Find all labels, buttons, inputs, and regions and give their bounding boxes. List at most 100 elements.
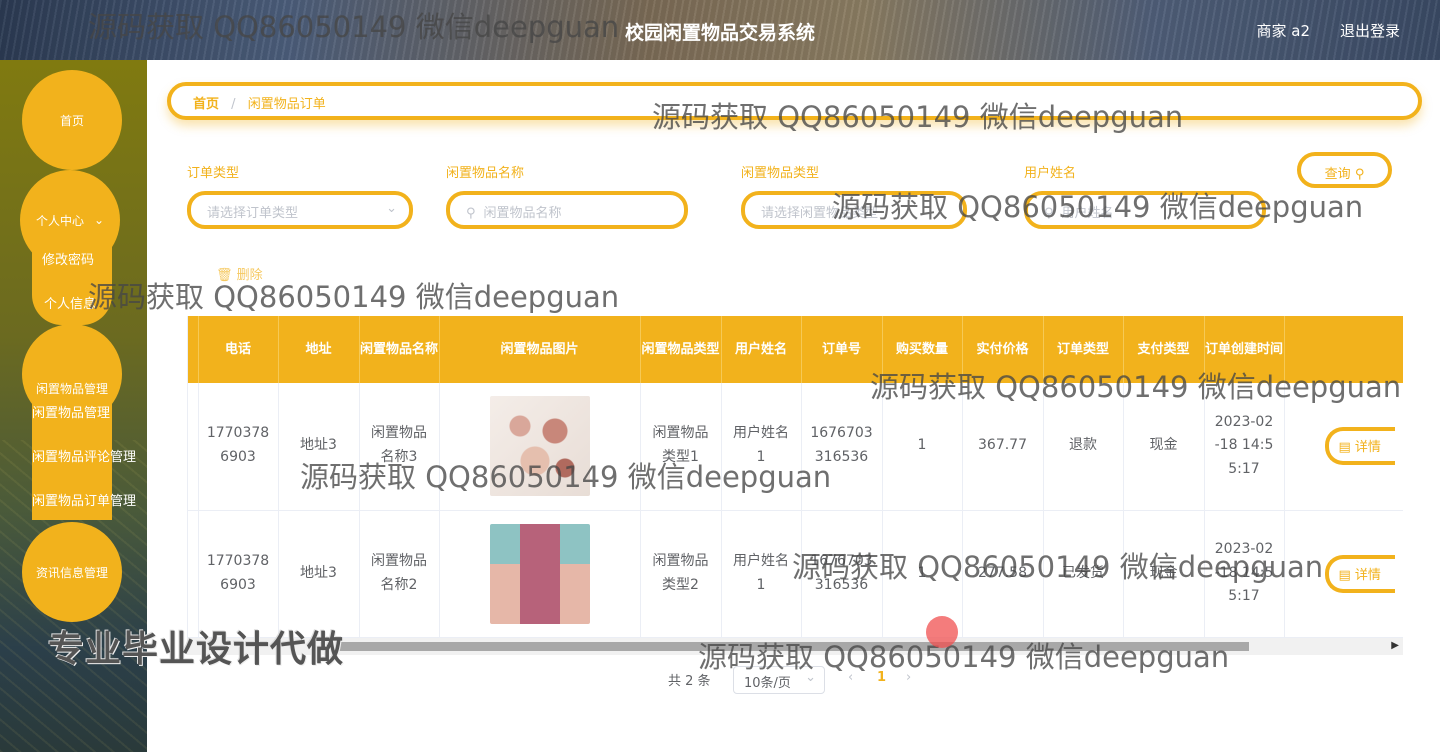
cell-user-name: 用户姓名1 xyxy=(721,383,802,511)
order-type-select[interactable]: 请选择订单类型 ⌄ xyxy=(187,191,413,229)
column-header: 订单创建时间 xyxy=(1204,316,1285,383)
sidebar-item-change-password[interactable]: 修改密码 xyxy=(42,249,94,268)
orders-table: 电话 地址 闲置物品名称 闲置物品图片 闲置物品类型 用户姓名 订单号 购买数量… xyxy=(187,316,1403,638)
column-header: 电话 xyxy=(198,316,279,383)
table-row[interactable]: 17703786903 地址3 闲置物品名称3 闲置物品类型1 用户姓名1 16… xyxy=(188,383,1403,511)
breadcrumb-current: 闲置物品订单 xyxy=(247,97,326,112)
sidebar-item-goods-orders[interactable]: 闲置物品订单管理 xyxy=(32,490,136,509)
sidebar-item-label: 闲置物品管理 xyxy=(35,381,108,396)
column-header: 闲置物品名称 xyxy=(359,316,440,383)
cell-qty: 1 xyxy=(882,383,963,511)
order-type-label: 订单类型 xyxy=(187,166,240,181)
chevron-down-icon: ⌄ xyxy=(93,213,105,227)
breadcrumb: 首页 / 闲置物品订单 xyxy=(167,82,1422,120)
horizontal-scrollbar[interactable]: ▶ xyxy=(187,638,1403,655)
goods-name-label: 闲置物品名称 xyxy=(446,166,525,181)
logout-link[interactable]: 退出登录 xyxy=(1340,20,1400,41)
delete-label: 删除 xyxy=(236,268,263,283)
cell-pay-type: 现金 xyxy=(1123,383,1205,511)
cell-order-no: 1676703316536 xyxy=(801,510,883,638)
scrollbar-thumb[interactable] xyxy=(337,642,1249,651)
detail-label: 详情 xyxy=(1354,567,1381,583)
next-page-button[interactable]: › xyxy=(906,670,911,685)
table-row[interactable]: 17703786903 地址3 闲置物品名称2 闲置物品类型2 用户姓名1 16… xyxy=(188,510,1403,638)
trash-icon: 🗑 xyxy=(216,268,233,283)
top-header: 校园闲置物品交易系统 商家 a2 退出登录 xyxy=(0,0,1440,60)
cell-goods-name: 闲置物品名称3 xyxy=(359,383,440,511)
cell-price: 277.58 xyxy=(962,510,1044,638)
cell-created: 2023-02-18 14:55:17 xyxy=(1204,510,1285,638)
goods-type-label: 闲置物品类型 xyxy=(741,166,820,181)
cell-order-type: 已发货 xyxy=(1043,510,1124,638)
watermark: 源码获取 QQ86050149 微信deepguan xyxy=(88,280,620,314)
user-name-label: 用户姓名 xyxy=(1024,166,1077,181)
column-header: 闲置物品类型 xyxy=(640,316,722,383)
sidebar-item-home[interactable]: 首页 xyxy=(22,70,122,170)
cell-actions: ▤ 详情 xyxy=(1284,510,1403,638)
column-header: 购买数量 xyxy=(882,316,963,383)
column-header: 闲置物品图片 xyxy=(439,316,641,383)
page-size-select[interactable]: 10条/页 ⌄ xyxy=(733,666,825,694)
goods-image-dress[interactable] xyxy=(489,523,590,624)
sidebar-item-news[interactable]: 资讯信息管理 xyxy=(22,522,122,622)
breadcrumb-separator: / xyxy=(231,97,236,112)
cell-goods-name: 闲置物品名称2 xyxy=(359,510,440,638)
column-header: 订单号 xyxy=(801,316,883,383)
breadcrumb-home[interactable]: 首页 xyxy=(193,97,219,112)
column-header: 实付价格 xyxy=(962,316,1044,383)
select-column-header xyxy=(188,316,199,383)
goods-name-placeholder: 闲置物品名称 xyxy=(483,206,562,221)
column-header: 订单类型 xyxy=(1043,316,1124,383)
sidebar-item-label: 资讯信息管理 xyxy=(35,565,108,580)
sidebar-item-goods[interactable]: 闲置物品管理 xyxy=(32,402,110,421)
sidebar-item-goods-comments[interactable]: 闲置物品评论管理 xyxy=(32,446,136,465)
cell-order-type: 退款 xyxy=(1043,383,1124,511)
cell-order-no: 1676703316536 xyxy=(801,383,883,511)
cell-actions: ▤ 详情 xyxy=(1284,383,1403,511)
current-user: 商家 a2 xyxy=(1256,22,1310,40)
goods-type-placeholder: 请选择闲置物品类型 xyxy=(761,206,879,221)
select-cell[interactable] xyxy=(188,510,199,638)
search-icon: ⚲ xyxy=(466,206,476,221)
cell-phone: 17703786903 xyxy=(198,383,279,511)
cell-price: 367.77 xyxy=(962,383,1044,511)
cell-goods-type: 闲置物品类型1 xyxy=(640,383,722,511)
query-button[interactable]: 查询 ⚲ xyxy=(1297,152,1392,188)
column-header: 地址 xyxy=(278,316,360,383)
page-number-button[interactable]: 1 xyxy=(877,670,886,685)
user-name-placeholder: 用户姓名 xyxy=(1061,206,1114,221)
chevron-down-icon: ⌄ xyxy=(386,201,397,216)
order-type-placeholder: 请选择订单类型 xyxy=(207,206,299,221)
delete-button[interactable]: 🗑 删除 xyxy=(216,264,263,283)
goods-type-select[interactable]: 请选择闲置物品类型 xyxy=(741,191,967,229)
sidebar-item-label: 个人中心 xyxy=(35,213,84,228)
pagination-total: 共 2 条 xyxy=(668,674,711,689)
document-icon: ▤ xyxy=(1338,567,1355,583)
chevron-down-icon: ⌄ xyxy=(805,670,816,685)
select-cell[interactable] xyxy=(188,383,199,511)
cell-pay-type: 现金 xyxy=(1123,510,1205,638)
goods-name-input[interactable]: ⚲ 闲置物品名称 xyxy=(446,191,688,229)
cell-phone: 17703786903 xyxy=(198,510,279,638)
search-icon: ⚲ xyxy=(1044,206,1054,221)
search-icon: ⚲ xyxy=(1354,167,1365,182)
sidebar-item-profile[interactable]: 个人信息 xyxy=(44,293,96,312)
cell-created: 2023-02-18 14:55:17 xyxy=(1204,383,1285,511)
mouse-cursor-highlight xyxy=(926,616,958,648)
cell-goods-type: 闲置物品类型2 xyxy=(640,510,722,638)
detail-button[interactable]: ▤ 详情 xyxy=(1324,554,1395,593)
prev-page-button[interactable]: ‹ xyxy=(848,670,853,685)
query-label: 查询 xyxy=(1324,167,1351,182)
goods-image-cosmetics[interactable] xyxy=(489,396,590,497)
cell-address: 地址3 xyxy=(278,510,360,638)
scroll-right-icon[interactable]: ▶ xyxy=(1391,640,1399,651)
cell-goods-image xyxy=(439,383,641,511)
column-header: 用户姓名 xyxy=(721,316,802,383)
page-size-value: 10条/页 xyxy=(744,676,791,691)
detail-button[interactable]: ▤ 详情 xyxy=(1324,427,1395,466)
document-icon: ▤ xyxy=(1338,440,1355,456)
column-header: 支付类型 xyxy=(1123,316,1205,383)
user-name-input[interactable]: ⚲ 用户姓名 xyxy=(1024,191,1266,229)
sidebar-item-label: 首页 xyxy=(59,113,84,128)
cell-user-name: 用户姓名1 xyxy=(721,510,802,638)
